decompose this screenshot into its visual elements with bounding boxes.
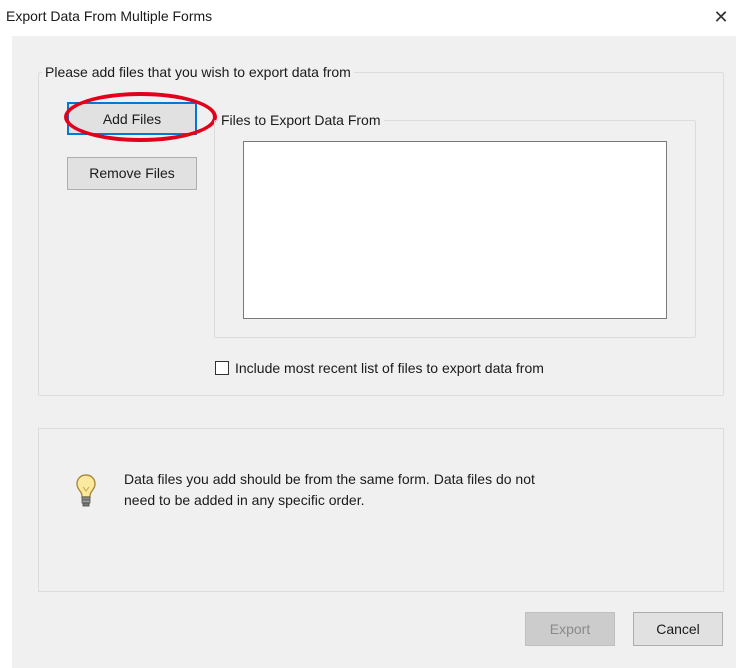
export-button[interactable]: Export — [525, 612, 615, 646]
files-to-export-legend: Files to Export Data From — [221, 112, 381, 128]
info-text-line: Data files you add should be from the sa… — [124, 471, 535, 487]
title-bar: Export Data From Multiple Forms ✕ — [0, 0, 736, 34]
cancel-button[interactable]: Cancel — [633, 612, 723, 646]
remove-files-button[interactable]: Remove Files — [67, 157, 197, 190]
file-list-box[interactable] — [243, 141, 667, 319]
window-title: Export Data From Multiple Forms — [6, 8, 213, 24]
lightbulb-icon — [76, 474, 96, 507]
recent-files-label[interactable]: Include most recent list of files to exp… — [235, 360, 544, 376]
recent-files-checkbox[interactable] — [215, 361, 229, 375]
dialog-body: Please add files that you wish to export… — [12, 36, 736, 668]
info-text-line: need to be added in any specific order. — [124, 492, 365, 508]
add-files-button[interactable]: Add Files — [67, 102, 197, 135]
info-text: Data files you add should be from the sa… — [124, 469, 644, 511]
info-panel: Data files you add should be from the sa… — [38, 428, 724, 592]
recent-files-option[interactable]: Include most recent list of files to exp… — [215, 360, 544, 376]
close-icon[interactable]: ✕ — [706, 2, 736, 32]
add-files-group-legend: Please add files that you wish to export… — [45, 64, 351, 80]
